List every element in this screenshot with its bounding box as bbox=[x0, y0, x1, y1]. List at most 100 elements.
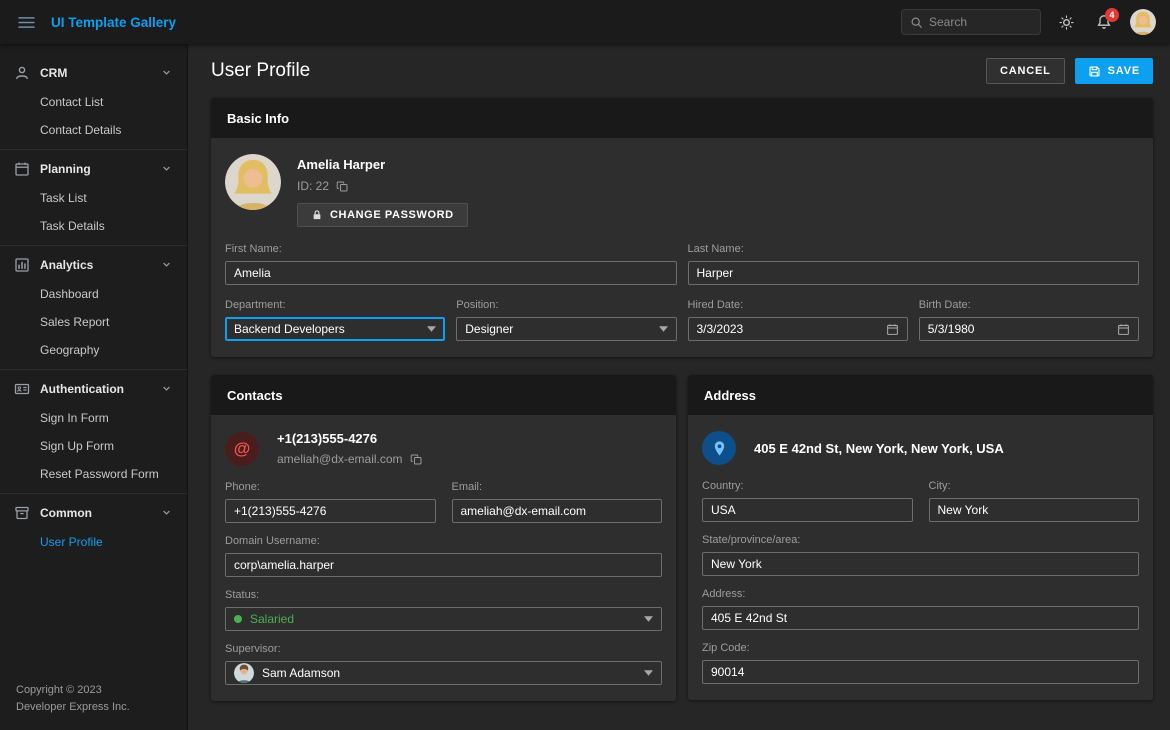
calendar-icon bbox=[886, 323, 899, 336]
field-label: City: bbox=[929, 480, 1140, 492]
sidebar-item-geography[interactable]: Geography bbox=[0, 336, 187, 364]
address-input[interactable] bbox=[702, 606, 1139, 630]
chevron-down-icon bbox=[427, 326, 436, 332]
sidebar-section-planning: Planning Task List Task Details bbox=[0, 149, 187, 245]
field-email: Email: bbox=[452, 481, 663, 523]
search-icon bbox=[910, 16, 923, 29]
hamburger-icon bbox=[18, 16, 35, 29]
sidebar-item-contact-details[interactable]: Contact Details bbox=[0, 116, 187, 144]
cancel-button[interactable]: CANCEL bbox=[986, 58, 1065, 84]
hired-date-input[interactable]: 3/3/2023 bbox=[688, 317, 908, 341]
field-state: State/province/area: bbox=[702, 534, 1139, 576]
supervisor-select[interactable]: Sam Adamson bbox=[225, 661, 662, 685]
section-label: Authentication bbox=[40, 382, 124, 396]
phone-input[interactable] bbox=[225, 499, 436, 523]
field-label: Country: bbox=[702, 480, 913, 492]
sidebar-section-header-common[interactable]: Common bbox=[0, 497, 187, 528]
field-hired-date: Hired Date: 3/3/2023 bbox=[688, 299, 908, 341]
app-title: UI Template Gallery bbox=[51, 15, 176, 30]
section-label: CRM bbox=[40, 66, 67, 80]
section-label: Analytics bbox=[40, 258, 93, 272]
address-card: Address 405 E 42nd St, New York, New Yor… bbox=[688, 375, 1153, 700]
field-label: Address: bbox=[702, 588, 1139, 600]
field-label: Domain Username: bbox=[225, 535, 662, 547]
field-supervisor: Supervisor: Sam Adamson bbox=[225, 643, 662, 685]
state-input[interactable] bbox=[702, 552, 1139, 576]
status-select[interactable]: Salaried bbox=[225, 607, 662, 631]
user-icon bbox=[14, 65, 30, 81]
profile-summary: Amelia Harper ID: 22 CHANGE PASSWORD bbox=[225, 154, 1139, 227]
sidebar-item-task-list[interactable]: Task List bbox=[0, 184, 187, 212]
email-at-icon: @ bbox=[225, 432, 259, 466]
sidebar-item-contact-list[interactable]: Contact List bbox=[0, 88, 187, 116]
page-actions: CANCEL SAVE bbox=[986, 58, 1153, 84]
sidebar-section-header-crm[interactable]: CRM bbox=[0, 57, 187, 88]
sidebar-section-crm: CRM Contact List Contact Details bbox=[0, 54, 187, 149]
id-card-icon bbox=[14, 381, 30, 397]
field-department: Department: Backend Developers bbox=[225, 299, 445, 341]
field-domain-username: Domain Username: bbox=[225, 535, 662, 577]
chevron-down-icon bbox=[644, 616, 653, 622]
birth-date-input[interactable]: 5/3/1980 bbox=[919, 317, 1139, 341]
sidebar-item-sign-up-form[interactable]: Sign Up Form bbox=[0, 432, 187, 460]
calendar-icon bbox=[1117, 323, 1130, 336]
sidebar-item-sales-report[interactable]: Sales Report bbox=[0, 308, 187, 336]
notification-badge: 4 bbox=[1105, 8, 1119, 22]
copy-icon[interactable] bbox=[410, 453, 423, 466]
field-phone: Phone: bbox=[225, 481, 436, 523]
sidebar-item-sign-in-form[interactable]: Sign In Form bbox=[0, 404, 187, 432]
phone-display: +1(213)555-4276 bbox=[277, 431, 423, 446]
email-input[interactable] bbox=[452, 499, 663, 523]
copy-icon[interactable] bbox=[336, 180, 349, 193]
sidebar-item-reset-password-form[interactable]: Reset Password Form bbox=[0, 460, 187, 488]
supervisor-avatar bbox=[234, 663, 254, 683]
basic-info-card: Basic Info Amelia Harper ID: 22 bbox=[211, 98, 1153, 357]
box-icon bbox=[14, 505, 30, 521]
address-card-title: Address bbox=[688, 375, 1153, 415]
field-label: Zip Code: bbox=[702, 642, 1139, 654]
chevron-down-icon bbox=[659, 326, 668, 332]
search-input[interactable] bbox=[929, 15, 1032, 29]
section-label: Common bbox=[40, 506, 92, 520]
user-avatar[interactable] bbox=[1130, 9, 1156, 35]
position-select[interactable]: Designer bbox=[456, 317, 676, 341]
topbar: UI Template Gallery 4 bbox=[0, 0, 1170, 44]
menu-toggle-button[interactable] bbox=[14, 12, 39, 33]
email-display: ameliah@dx-email.com bbox=[277, 452, 403, 466]
city-input[interactable] bbox=[929, 498, 1140, 522]
sidebar-item-task-details[interactable]: Task Details bbox=[0, 212, 187, 240]
sidebar-section-header-analytics[interactable]: Analytics bbox=[0, 249, 187, 280]
field-label: Birth Date: bbox=[919, 299, 1139, 311]
sidebar: CRM Contact List Contact Details Plannin… bbox=[0, 44, 188, 730]
search-box[interactable] bbox=[901, 9, 1041, 35]
calendar-icon bbox=[14, 161, 30, 177]
sidebar-section-header-planning[interactable]: Planning bbox=[0, 153, 187, 184]
save-button[interactable]: SAVE bbox=[1075, 58, 1153, 84]
copyright: Copyright © 2023 Developer Express Inc. bbox=[0, 670, 187, 730]
change-password-button[interactable]: CHANGE PASSWORD bbox=[297, 203, 468, 227]
notifications-button[interactable]: 4 bbox=[1092, 10, 1116, 34]
status-value: Salaried bbox=[250, 612, 636, 626]
lock-icon bbox=[311, 209, 323, 221]
field-label: Email: bbox=[452, 481, 663, 493]
address-summary: 405 E 42nd St, New York, New York, USA bbox=[702, 431, 1139, 465]
topbar-actions: 4 bbox=[901, 9, 1156, 35]
department-select[interactable]: Backend Developers bbox=[225, 317, 445, 341]
chevron-down-icon bbox=[160, 258, 173, 271]
profile-id: ID: 22 bbox=[297, 179, 329, 193]
country-input[interactable] bbox=[702, 498, 913, 522]
first-name-input[interactable] bbox=[225, 261, 677, 285]
domain-username-input[interactable] bbox=[225, 553, 662, 577]
chevron-down-icon bbox=[160, 506, 173, 519]
profile-photo bbox=[225, 154, 281, 210]
sidebar-item-user-profile[interactable]: User Profile bbox=[0, 528, 187, 556]
sidebar-item-dashboard[interactable]: Dashboard bbox=[0, 280, 187, 308]
zip-input[interactable] bbox=[702, 660, 1139, 684]
section-label: Planning bbox=[40, 162, 91, 176]
status-dot-icon bbox=[234, 615, 242, 623]
field-label: Position: bbox=[456, 299, 676, 311]
chart-icon bbox=[14, 257, 30, 273]
theme-toggle-button[interactable] bbox=[1055, 11, 1078, 34]
sidebar-section-header-authentication[interactable]: Authentication bbox=[0, 373, 187, 404]
last-name-input[interactable] bbox=[688, 261, 1140, 285]
